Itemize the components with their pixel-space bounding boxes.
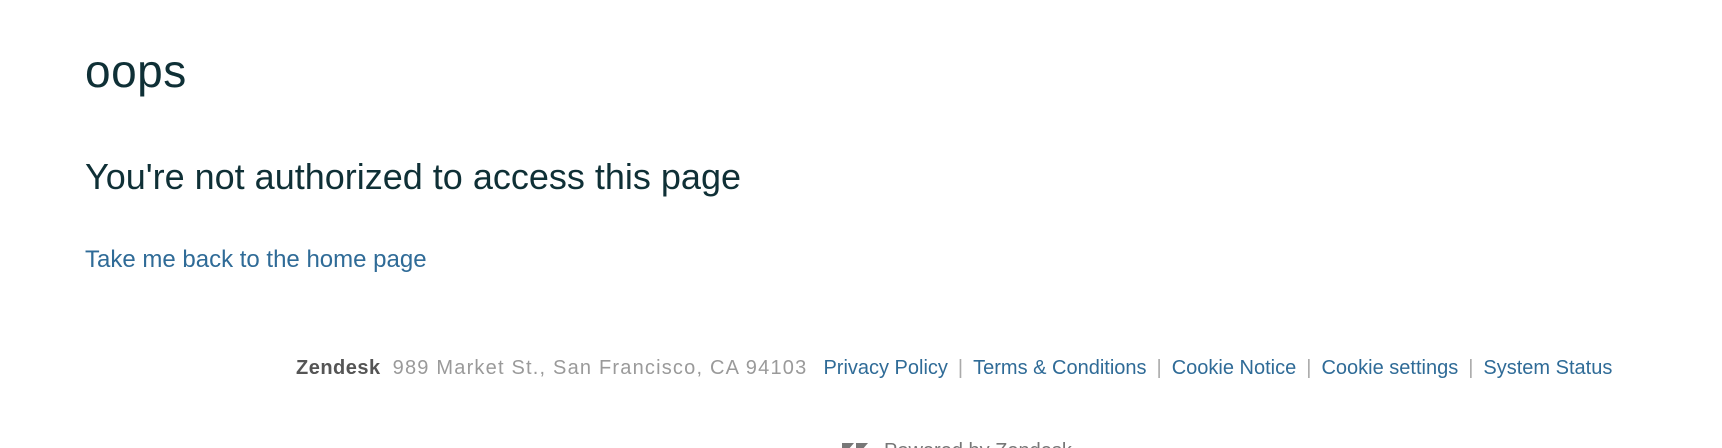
footer-separator: |	[1306, 357, 1312, 379]
error-page: oops You're not authorized to access thi…	[0, 0, 1722, 448]
cookie-notice-link[interactable]: Cookie Notice	[1172, 358, 1297, 378]
powered-by-zendesk-link[interactable]: Powered by Zendesk	[842, 440, 1072, 448]
zendesk-logo-icon	[842, 442, 868, 448]
terms-conditions-link[interactable]: Terms & Conditions	[973, 358, 1146, 378]
powered-by-label: Powered by Zendesk	[884, 440, 1072, 448]
footer-separator: |	[957, 357, 964, 379]
privacy-policy-link[interactable]: Privacy Policy	[823, 358, 947, 378]
error-message: You're not authorized to access this pag…	[85, 156, 741, 197]
footer-brand: Zendesk	[296, 357, 381, 379]
footer-separator: |	[1156, 357, 1162, 379]
cookie-settings-link[interactable]: Cookie settings	[1321, 358, 1458, 378]
footer-address: 989 Market St., San Francisco, CA 94103	[392, 357, 808, 379]
footer: Zendesk 989 Market St., San Francisco, C…	[296, 358, 1612, 378]
footer-separator: |	[1468, 357, 1474, 379]
system-status-link[interactable]: System Status	[1483, 358, 1612, 378]
page-title: oops	[85, 45, 187, 97]
home-page-link[interactable]: Take me back to the home page	[85, 246, 427, 273]
